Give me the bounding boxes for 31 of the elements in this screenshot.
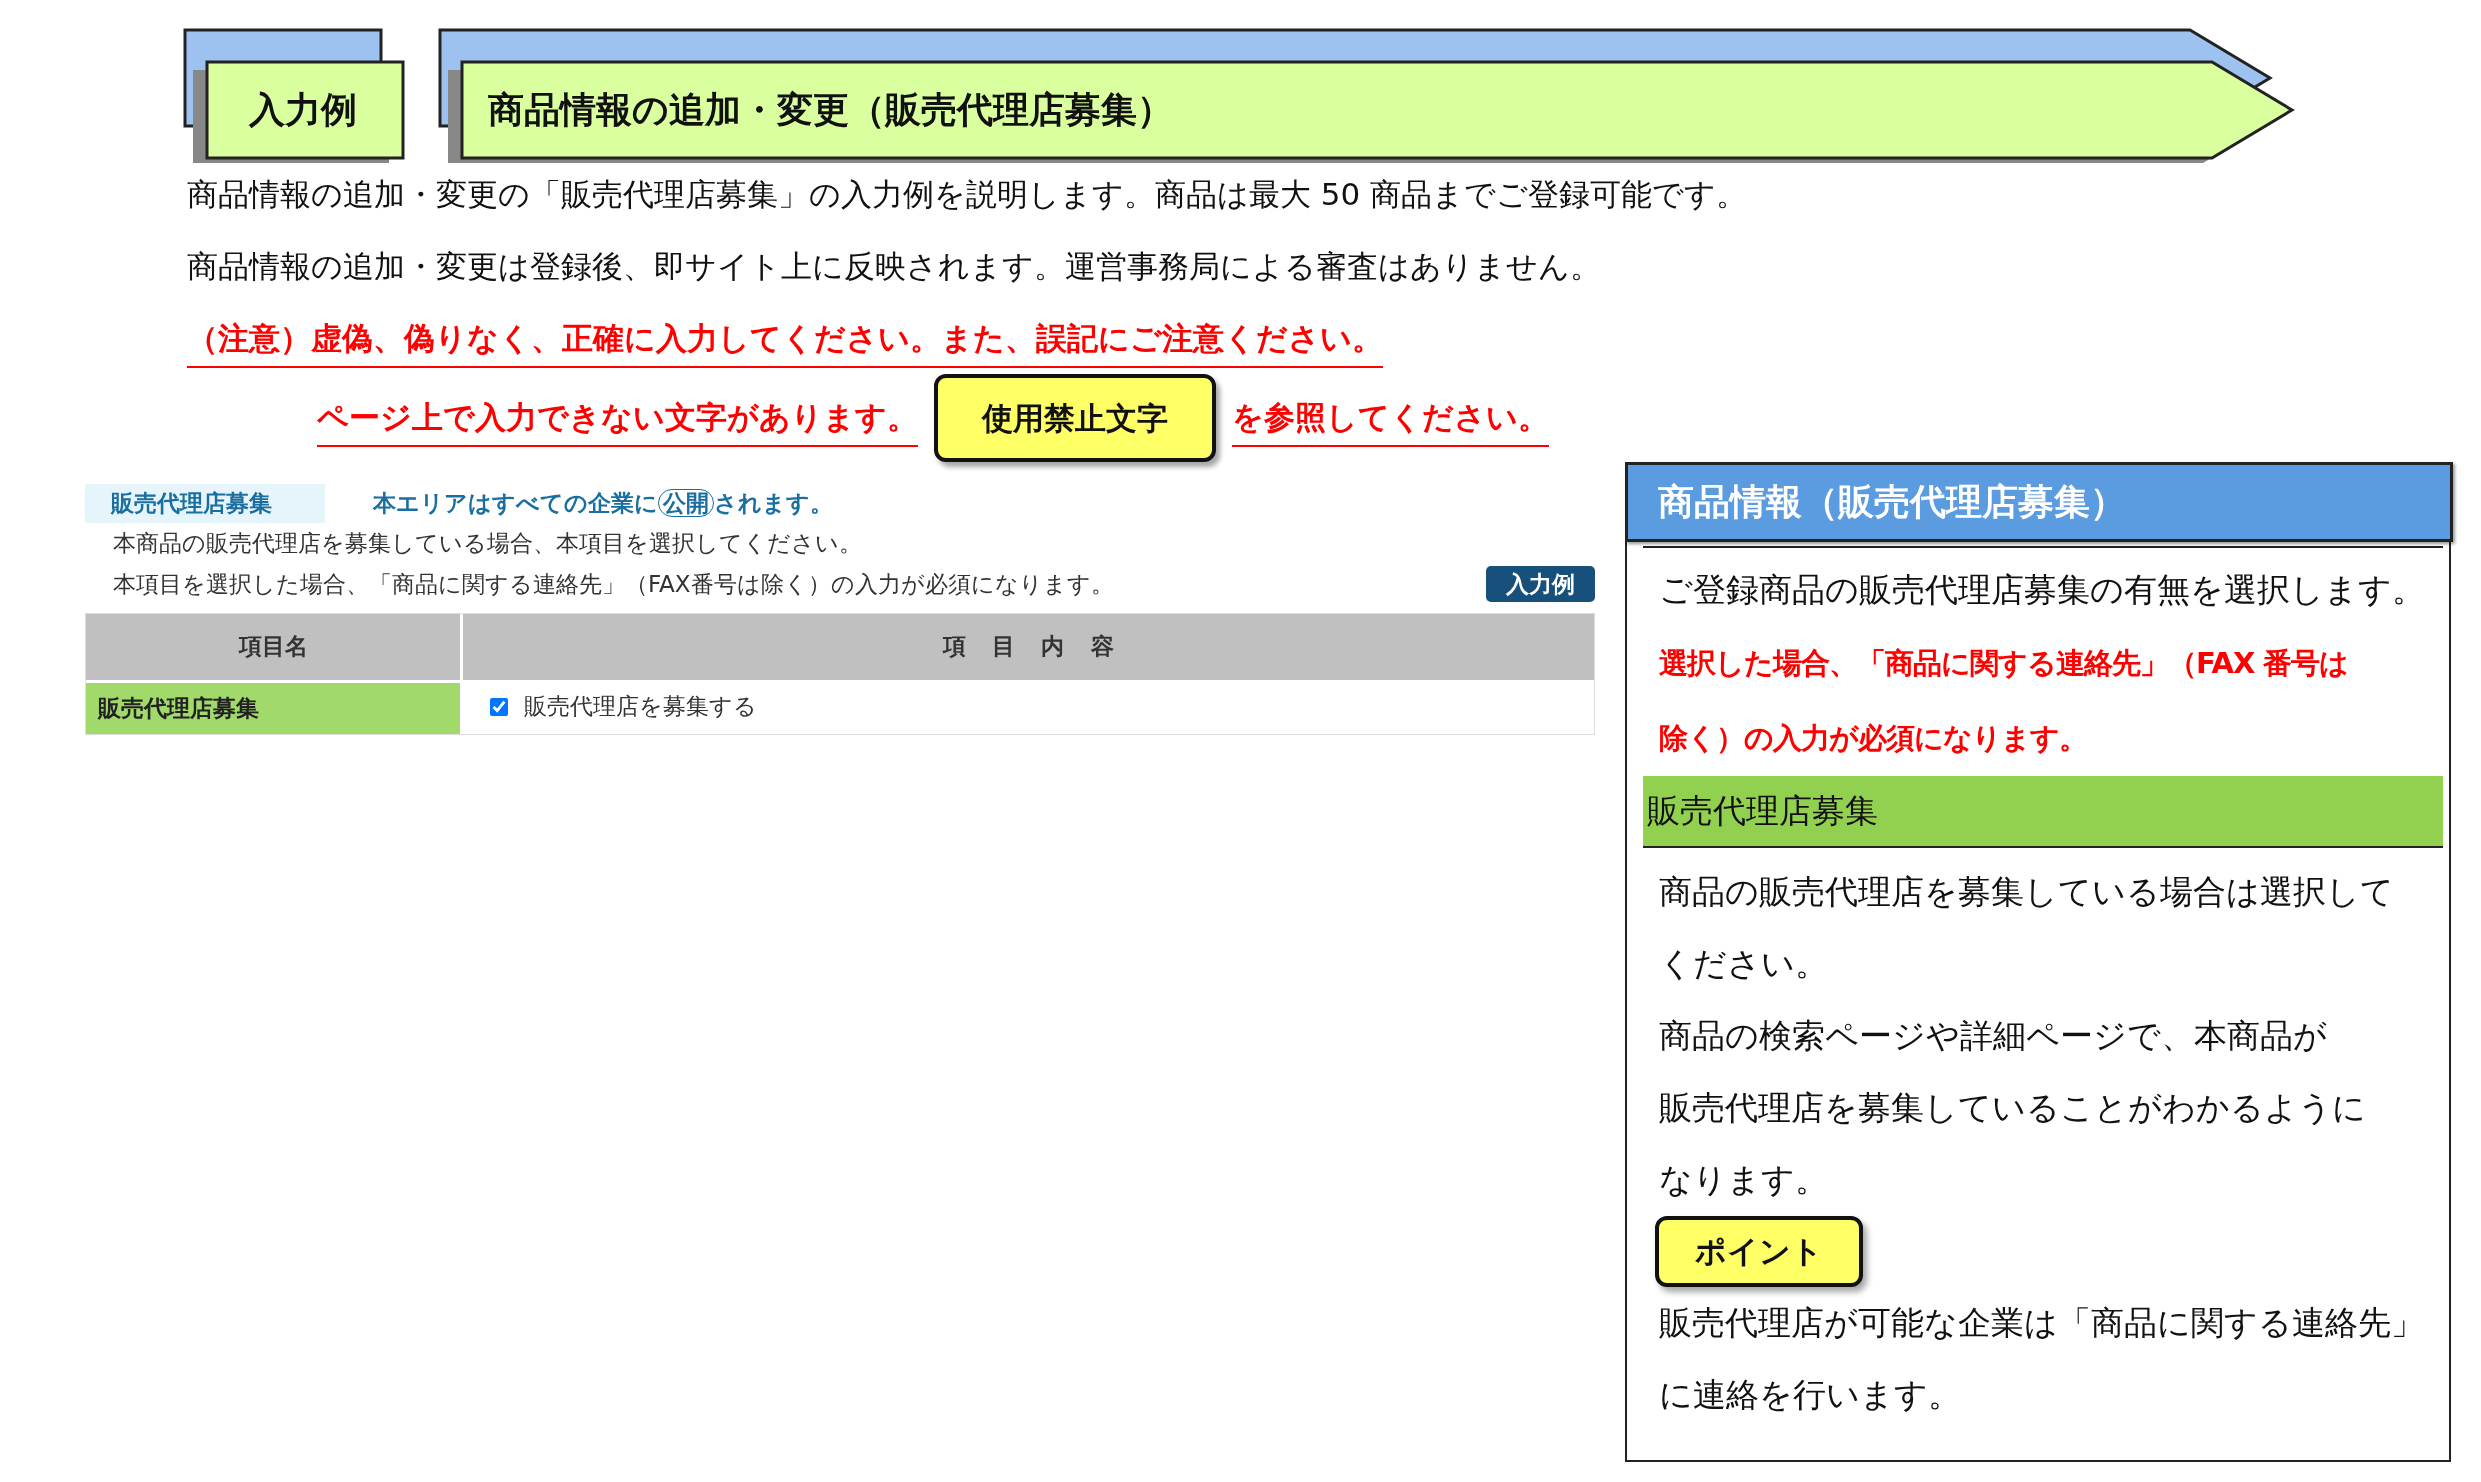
description-text: 本商品の販売代理店を募集している場合、本項目を選択してください。 bbox=[112, 528, 863, 558]
help-text: に連絡を行います。 bbox=[1659, 1373, 1962, 1416]
warning-text: 除く）の入力が必須になります。 bbox=[1659, 720, 2088, 757]
checkbox[interactable] bbox=[490, 697, 508, 716]
example-button[interactable]: 入力例 bbox=[1486, 565, 1595, 603]
forbidden-note: ページ上で入力できない文字があります。 bbox=[317, 389, 918, 447]
help-text: ください。 bbox=[1659, 943, 1829, 985]
help-text: なります。 bbox=[1659, 1159, 1829, 1201]
description-text: 本項目を選択した場合、「商品に関する連絡先」（FAX番号は除く）の入力が必須になります。 bbox=[112, 569, 1114, 599]
help-text: 販売代理店を募集していることがわかるように bbox=[1659, 1087, 2367, 1129]
checkbox-label: 販売代理店を募集する bbox=[524, 692, 757, 722]
help-text: 販売代理店が可能な企業は「商品に関する連絡先」 bbox=[1659, 1301, 2425, 1344]
section-label: 販売代理店募集 bbox=[85, 484, 325, 523]
help-text: 商品の検索ページや詳細ページで、本商品が bbox=[1659, 1015, 2328, 1057]
intro-text: 商品情報の追加・変更は登録後、即サイト上に反映されます。運営事務局による審査はありません。 bbox=[187, 247, 1602, 286]
column-header: 項 目 内 容 bbox=[460, 613, 1594, 680]
forbidden-characters-button[interactable]: 使用禁止文字 bbox=[934, 374, 1216, 462]
column-header: 項目名 bbox=[86, 613, 460, 680]
intro-text: 商品情報の追加・変更の「販売代理店募集」の入力例を説明します。商品は最大 50 商品までご登録可能です。 bbox=[187, 175, 1749, 214]
banner-tab-label: 入力例 bbox=[249, 88, 357, 132]
help-text: 商品の販売代理店を募集している場合は選択して bbox=[1659, 871, 2395, 913]
banner-title: 商品情報の追加・変更（販売代理店募集） bbox=[488, 88, 1173, 132]
warning-text: 選択した場合、「商品に関する連絡先」（FAX 番号は bbox=[1659, 645, 2350, 682]
help-text: ご登録商品の販売代理店募集の有無を選択します。 bbox=[1659, 569, 2426, 611]
reference-note: を参照してください。 bbox=[1232, 389, 1549, 447]
field-name-heading: 販売代理店募集 bbox=[1643, 776, 2443, 848]
checkbox-option[interactable]: 販売代理店を募集する bbox=[490, 689, 757, 724]
point-label: ポイント bbox=[1655, 1216, 1863, 1287]
caution-text: （注意）虚偽、偽りなく、正確に入力してください。また、誤記にご注意ください。 bbox=[187, 310, 1383, 368]
visibility-note: 本エリアはすべての企業に 公開 されます。 bbox=[373, 488, 833, 519]
panel-title: 商品情報（販売代理店募集） bbox=[1625, 462, 2453, 542]
